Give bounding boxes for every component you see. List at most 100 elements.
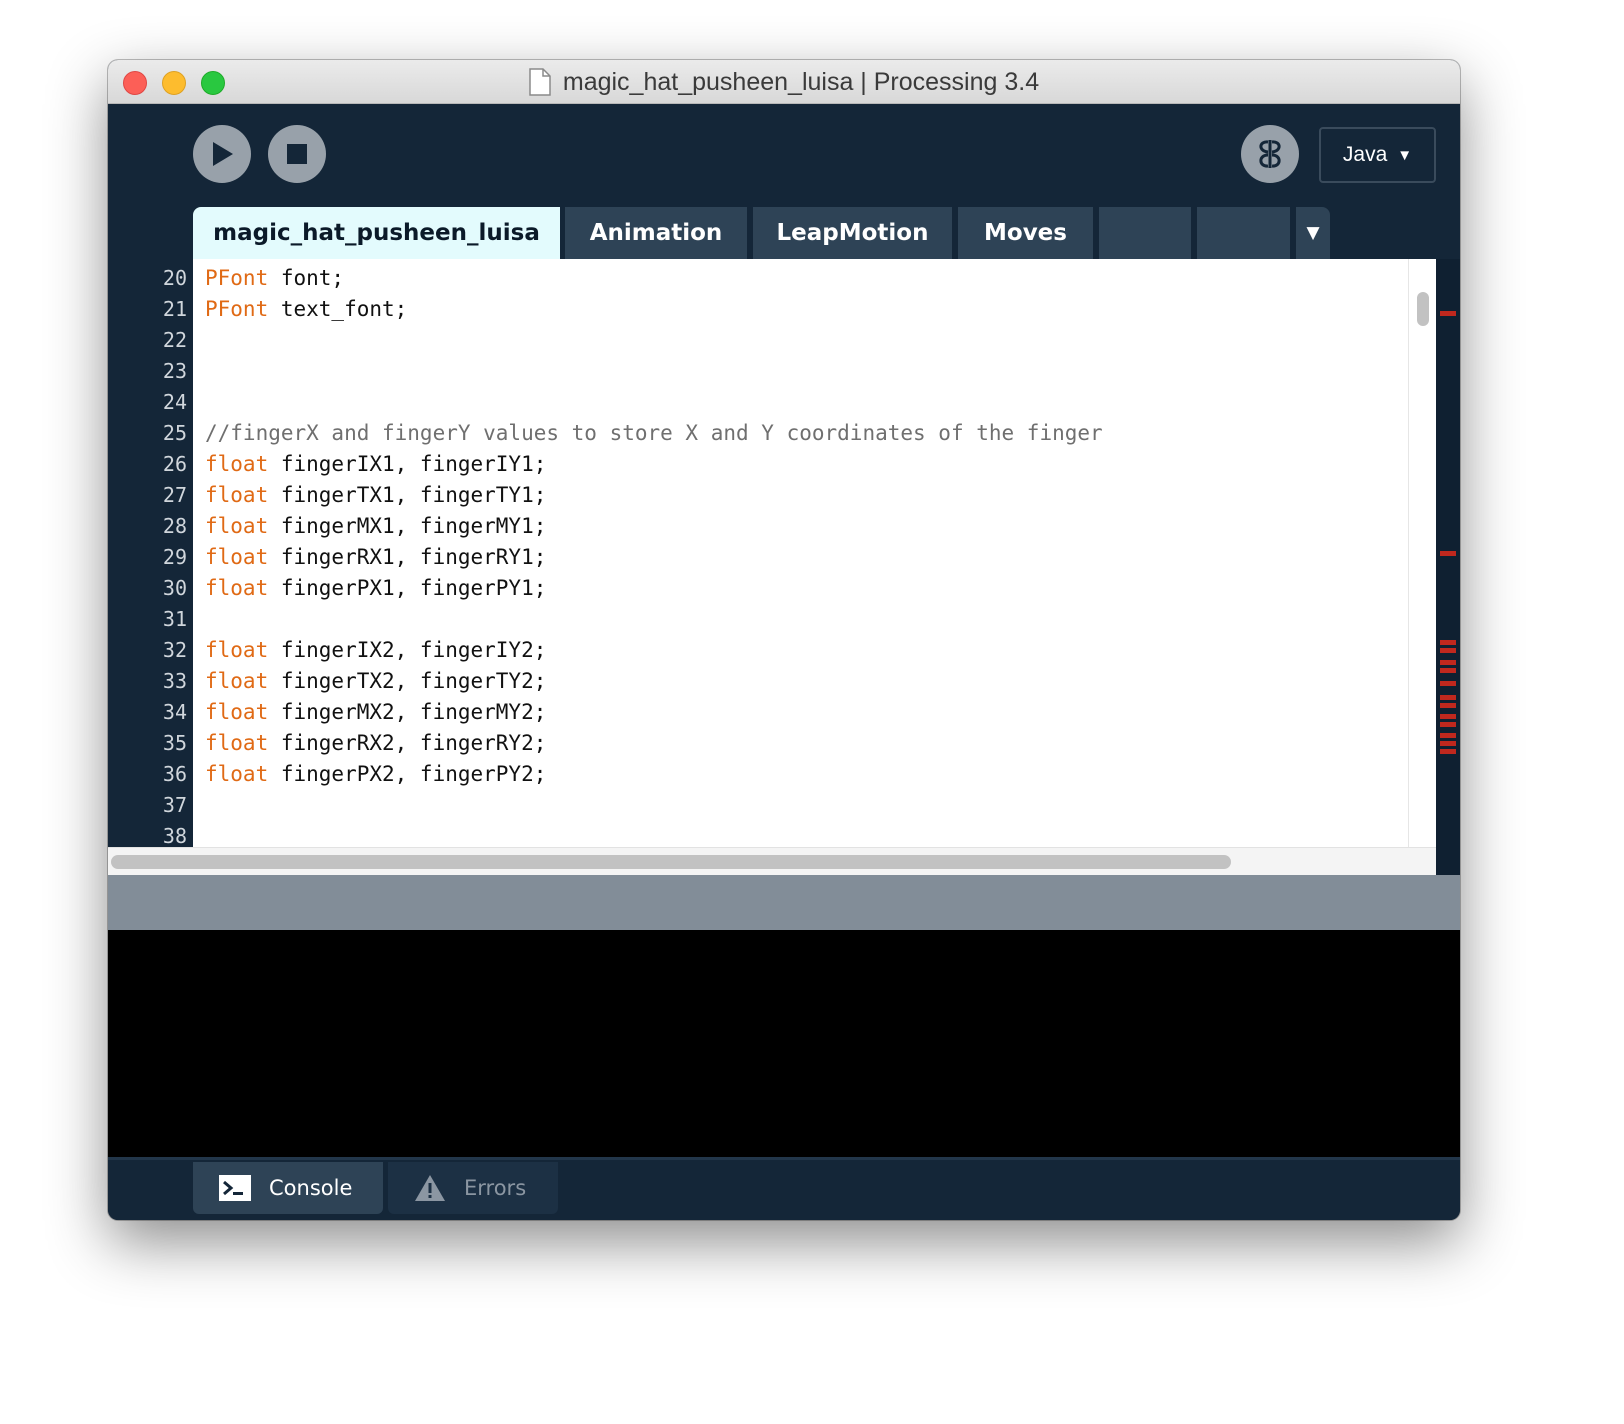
keyword: PFont [205,266,269,290]
code-line[interactable]: float fingerIX1, fingerIY1; [205,449,546,480]
vertical-scroll-thumb[interactable] [1417,292,1429,326]
tab-animation[interactable]: Animation [565,207,747,259]
error-marker[interactable] [1440,311,1456,316]
stop-icon [287,144,307,164]
code-text: fingerRX1, fingerRY1; [268,545,547,569]
code-line[interactable]: PFont text_font; [205,294,407,325]
code-line[interactable]: float fingerMX2, fingerMY2; [205,697,546,728]
tab-untitled-1[interactable] [1099,207,1191,259]
error-marker[interactable] [1440,695,1456,700]
toolbar: Java ▼ [108,104,1460,208]
comment: //fingerX and fingerY values to store X … [205,421,1103,445]
code-text: fingerPX1, fingerPY1; [268,576,547,600]
warning-icon [414,1174,446,1202]
vertical-scrollbar[interactable] [1408,259,1436,847]
chevron-down-icon: ▼ [1397,146,1413,164]
keyword: float [205,576,269,600]
chevron-down-icon: ▼ [1306,223,1320,243]
code-line[interactable]: float fingerTX1, fingerTY1; [205,480,546,511]
code-line[interactable]: float fingerRX1, fingerRY1; [205,542,546,573]
errors-tab[interactable]: Errors [388,1162,558,1214]
code-line[interactable]: float fingerTX2, fingerTY2; [205,666,546,697]
keyword: float [205,731,269,755]
code-line[interactable]: float fingerMX1, fingerMY1; [205,511,546,542]
error-marker[interactable] [1440,668,1456,673]
error-marker[interactable] [1440,703,1456,708]
keyword: float [205,762,269,786]
scroll-corner [1436,847,1460,875]
play-icon [213,142,233,166]
line-number: 25 [162,421,187,445]
line-number: 37 [162,793,187,817]
mode-label: Java [1342,143,1388,166]
error-marker[interactable] [1440,749,1456,754]
code-line[interactable]: float fingerPX1, fingerPY1; [205,573,546,604]
error-marker[interactable] [1440,648,1456,653]
error-marker[interactable] [1440,660,1456,665]
keyword: PFont [205,297,269,321]
error-marker[interactable] [1440,681,1456,686]
code-text: fingerMX2, fingerMY2; [268,700,547,724]
code-text: fingerTX2, fingerTY2; [268,669,547,693]
line-number: 30 [162,576,187,600]
line-number: 28 [162,514,187,538]
code-line[interactable]: //fingerX and fingerY values to store X … [205,418,1103,449]
errors-tab-label: Errors [464,1176,527,1200]
line-number: 33 [162,669,187,693]
error-marker[interactable] [1440,741,1456,746]
code-line[interactable]: float fingerRX2, fingerRY2; [205,728,546,759]
line-number-gutter: 20 21 22 23 24 25 26 27 28 29 30 31 32 3… [108,259,193,848]
tab-overflow-menu[interactable]: ▼ [1296,207,1330,259]
terminal-icon [219,1175,251,1201]
console-tab[interactable]: Console [193,1162,383,1214]
line-number: 27 [162,483,187,507]
stop-button[interactable] [268,125,326,183]
run-button[interactable] [193,125,251,183]
horizontal-scrollbar[interactable] [108,847,1436,875]
error-marker-column[interactable] [1436,259,1460,847]
code-text: fingerIX1, fingerIY1; [268,452,547,476]
code-editor[interactable]: PFont font; PFont text_font; //fingerX a… [193,259,1408,847]
processing-window: magic_hat_pusheen_luisa | Processing 3.4 [108,60,1460,1220]
keyword: float [205,545,269,569]
keyword: float [205,638,269,662]
window-title: magic_hat_pusheen_luisa | Processing 3.4 [562,67,1040,96]
code-text: text_font; [268,297,408,321]
title-bar[interactable]: magic_hat_pusheen_luisa | Processing 3.4 [108,60,1460,104]
sketch-tabs: magic_hat_pusheen_luisa Animation LeapMo… [108,207,1460,259]
code-line[interactable]: PFont font; [205,263,344,294]
error-marker[interactable] [1440,551,1456,556]
keyword: float [205,669,269,693]
code-text: fingerPX2, fingerPY2; [268,762,547,786]
tab-moves[interactable]: Moves [958,207,1093,259]
error-marker[interactable] [1440,714,1456,719]
horizontal-scroll-thumb[interactable] [111,855,1231,869]
line-number: 23 [162,359,187,383]
debugger-button[interactable] [1241,125,1299,183]
line-number: 29 [162,545,187,569]
keyword: float [205,483,269,507]
tab-untitled-2[interactable] [1197,207,1290,259]
title-wrap: magic_hat_pusheen_luisa | Processing 3.4 [108,60,1460,104]
tab-magic-hat-pusheen-luisa[interactable]: magic_hat_pusheen_luisa [193,207,560,259]
keyword: float [205,514,269,538]
line-number: 21 [162,297,187,321]
code-line[interactable]: float fingerIX2, fingerIY2; [205,635,546,666]
line-number: 34 [162,700,187,724]
code-line[interactable]: float fingerPX2, fingerPY2; [205,759,546,790]
line-number: 36 [162,762,187,786]
console-output[interactable] [108,930,1460,1157]
keyword: float [205,452,269,476]
butterfly-debugger-icon [1259,140,1281,168]
mode-selector[interactable]: Java ▼ [1319,127,1436,183]
code-text: fingerRX2, fingerRY2; [268,731,547,755]
error-marker[interactable] [1440,733,1456,738]
error-marker[interactable] [1440,722,1456,727]
code-text: fingerMX1, fingerMY1; [268,514,547,538]
error-marker[interactable] [1440,640,1456,645]
line-number: 35 [162,731,187,755]
code-text: fingerIX2, fingerIY2; [268,638,547,662]
line-number: 22 [162,328,187,352]
console-tab-label: Console [269,1176,353,1200]
tab-leapmotion[interactable]: LeapMotion [753,207,952,259]
